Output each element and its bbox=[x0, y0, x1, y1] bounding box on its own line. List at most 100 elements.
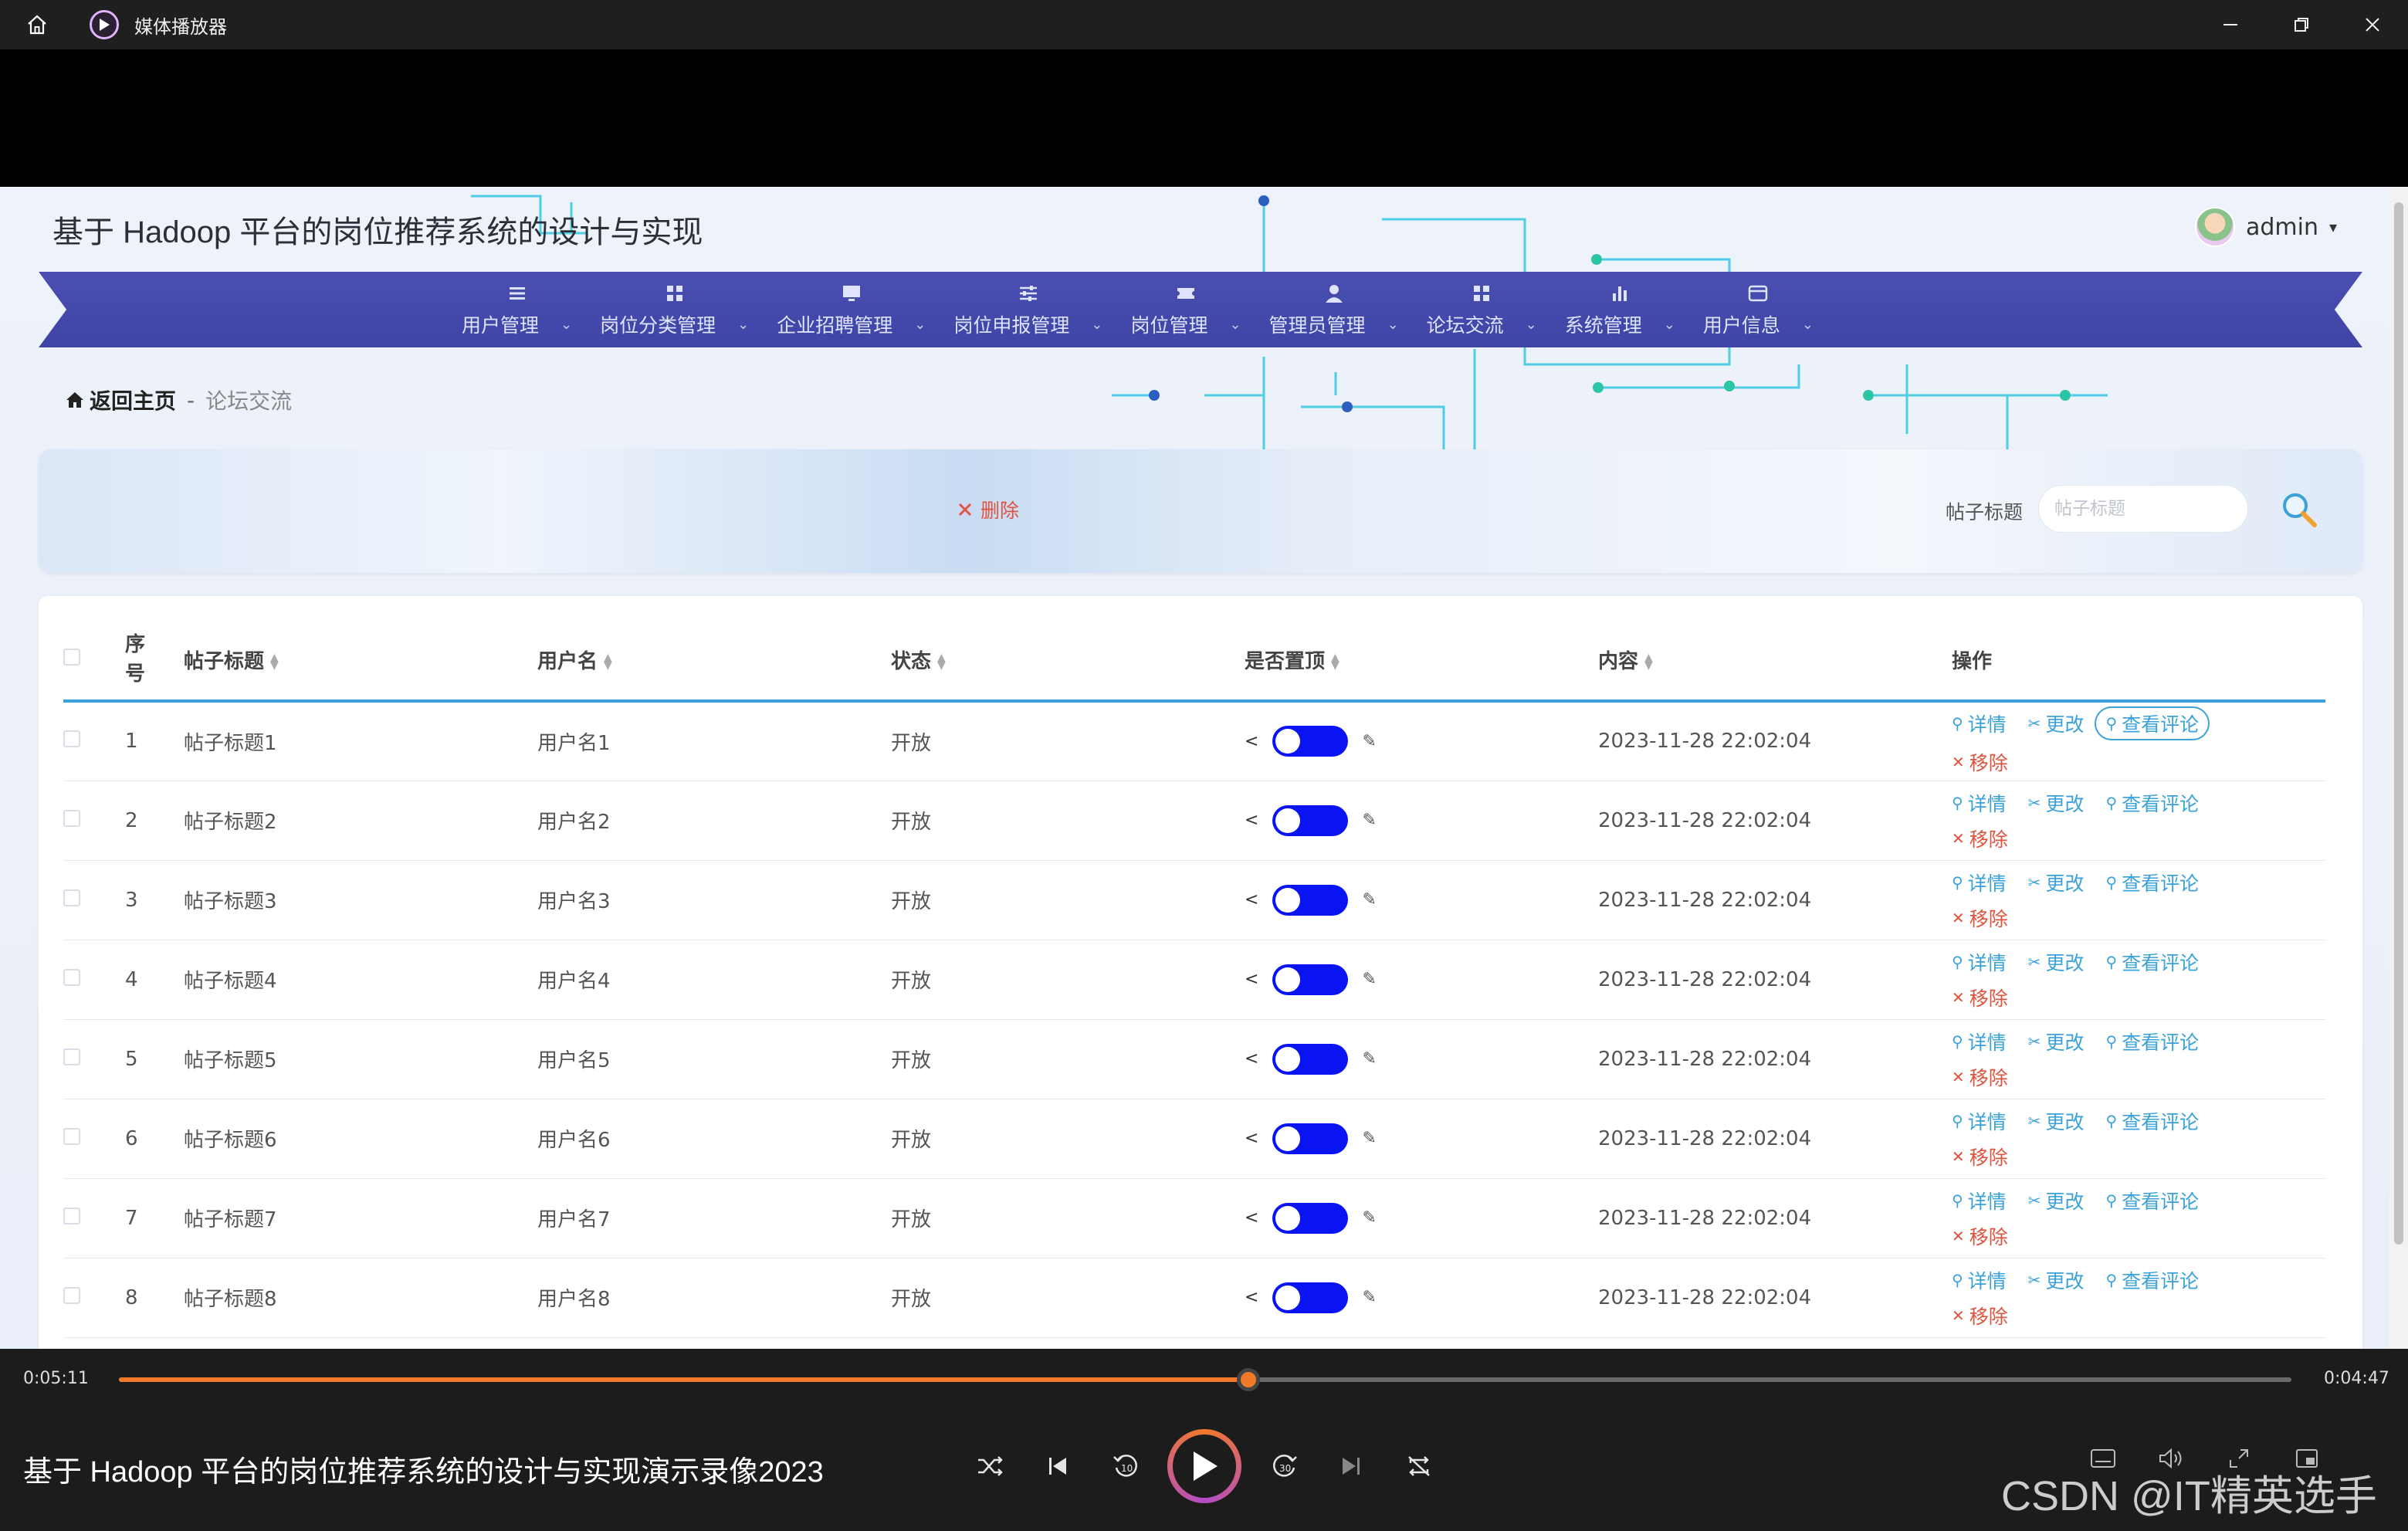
remove-button[interactable]: ✕ 移除 bbox=[1952, 984, 2008, 1011]
scrollbar-thumb[interactable] bbox=[2394, 202, 2403, 1245]
nav-item-1[interactable]: 用户管理 ⌄ bbox=[448, 272, 586, 347]
forward-30-icon[interactable]: 30 bbox=[1266, 1448, 1303, 1485]
edit-button[interactable]: ✂ 更改 bbox=[2028, 1107, 2085, 1135]
view-comments-button[interactable]: ⚲ 查看评论 bbox=[2105, 869, 2199, 896]
cell-title: 帖子标题8 bbox=[184, 1258, 537, 1338]
nav-item-5[interactable]: 岗位管理 ⌄ bbox=[1116, 272, 1255, 347]
nav-item-8[interactable]: 系统管理 ⌄ bbox=[1551, 272, 1689, 347]
shuffle-icon[interactable] bbox=[971, 1448, 1008, 1485]
edit-button[interactable]: ✂ 更改 bbox=[2028, 1028, 2085, 1055]
header-status[interactable]: 状态 ▲ ▼ bbox=[891, 619, 1245, 703]
pinned-toggle[interactable] bbox=[1272, 1282, 1349, 1313]
view-comments-button[interactable]: ⚲ 查看评论 bbox=[2095, 706, 2210, 741]
close-icon bbox=[958, 503, 972, 517]
edit-button[interactable]: ✂ 更改 bbox=[2028, 710, 2085, 737]
detail-button[interactable]: ⚲ 详情 bbox=[1952, 1028, 2007, 1055]
sort-icon[interactable]: ▲ ▼ bbox=[270, 652, 279, 671]
remove-button[interactable]: ✕ 移除 bbox=[1952, 748, 2008, 776]
seek-handle[interactable] bbox=[1237, 1368, 1261, 1391]
sort-icon[interactable]: ▲ ▼ bbox=[1644, 652, 1653, 671]
detail-button[interactable]: ⚲ 详情 bbox=[1952, 789, 2007, 817]
header-pinned[interactable]: 是否置顶 ▲ ▼ bbox=[1245, 619, 1598, 703]
nav-item-3[interactable]: 企业招聘管理 ⌄ bbox=[763, 272, 940, 347]
pinned-toggle[interactable] bbox=[1272, 1123, 1349, 1154]
select-all-checkbox[interactable] bbox=[63, 649, 80, 666]
edit-button[interactable]: ✂ 更改 bbox=[2028, 1187, 2085, 1214]
previous-icon[interactable] bbox=[1039, 1448, 1076, 1485]
header-title[interactable]: 帖子标题 ▲ ▼ bbox=[184, 619, 537, 703]
remove-button[interactable]: ✕ 移除 bbox=[1952, 1222, 2008, 1250]
header-user[interactable]: 用户名 ▲ ▼ bbox=[537, 619, 891, 703]
pinned-toggle[interactable] bbox=[1272, 884, 1349, 916]
edit-button[interactable]: ✂ 更改 bbox=[2028, 789, 2085, 817]
close-button[interactable] bbox=[2337, 0, 2408, 49]
toggle-knob bbox=[1275, 1285, 1301, 1310]
row-checkbox[interactable] bbox=[63, 1286, 80, 1304]
view-comments-button[interactable]: ⚲ 查看评论 bbox=[2105, 1028, 2199, 1055]
edit-button[interactable]: ✂ 更改 bbox=[2028, 869, 2085, 896]
minimize-button[interactable] bbox=[2195, 0, 2266, 49]
nav-item-9[interactable]: 用户信息 ⌄ bbox=[1689, 272, 1827, 347]
remove-button[interactable]: ✕ 移除 bbox=[1952, 904, 2008, 932]
user-menu[interactable]: admin ▾ bbox=[2194, 207, 2337, 247]
view-comments-button[interactable]: ⚲ 查看评论 bbox=[2105, 1187, 2199, 1214]
search-icon bbox=[2283, 493, 2317, 527]
detail-button[interactable]: ⚲ 详情 bbox=[1952, 1187, 2007, 1214]
home-icon[interactable] bbox=[23, 11, 51, 39]
restore-button[interactable] bbox=[2266, 0, 2337, 49]
sort-icon[interactable]: ▲ ▼ bbox=[1331, 652, 1339, 671]
table-row: 8 帖子标题8 用户名8 开放 < ✎ 2023-11-28 22:02:04 … bbox=[63, 1258, 2325, 1338]
detail-button[interactable]: ⚲ 详情 bbox=[1952, 710, 2007, 737]
remove-button[interactable]: ✕ 移除 bbox=[1952, 1063, 2008, 1091]
sort-icon[interactable]: ▲ ▼ bbox=[604, 652, 612, 671]
row-checkbox[interactable] bbox=[63, 809, 80, 827]
row-checkbox[interactable] bbox=[63, 1048, 80, 1065]
delete-button[interactable]: 删除 bbox=[957, 496, 1019, 523]
sort-icon[interactable]: ▲ ▼ bbox=[937, 652, 946, 671]
repeat-icon[interactable] bbox=[1400, 1448, 1438, 1485]
pinned-toggle[interactable] bbox=[1272, 1043, 1349, 1075]
remove-button[interactable]: ✕ 移除 bbox=[1952, 825, 2008, 852]
nav-item-7[interactable]: 论坛交流 ⌄ bbox=[1413, 272, 1551, 347]
detail-button[interactable]: ⚲ 详情 bbox=[1952, 1266, 2007, 1294]
close-icon: ✕ bbox=[1952, 828, 1965, 848]
media-player-app-icon bbox=[90, 10, 119, 39]
nav-item-6[interactable]: 管理员管理 ⌄ bbox=[1255, 272, 1413, 347]
rewind-10-icon[interactable]: 10 bbox=[1107, 1448, 1144, 1485]
detail-button[interactable]: ⚲ 详情 bbox=[1952, 869, 2007, 896]
nav-item-2[interactable]: 岗位分类管理 ⌄ bbox=[586, 272, 763, 347]
view-comments-button[interactable]: ⚲ 查看评论 bbox=[2105, 1107, 2199, 1135]
header-content[interactable]: 内容 ▲ ▼ bbox=[1598, 619, 1952, 703]
next-icon[interactable] bbox=[1333, 1448, 1370, 1485]
search-button[interactable] bbox=[2278, 488, 2321, 531]
row-checkbox[interactable] bbox=[63, 1207, 80, 1224]
cell-content: 2023-11-28 22:02:04 bbox=[1598, 940, 1952, 1020]
edit-button[interactable]: ✂ 更改 bbox=[2028, 1266, 2085, 1294]
search-input[interactable] bbox=[2038, 485, 2248, 533]
page-scrollbar[interactable] bbox=[2389, 187, 2408, 1349]
view-comments-button[interactable]: ⚲ 查看评论 bbox=[2105, 789, 2199, 817]
row-checkbox[interactable] bbox=[63, 730, 80, 748]
play-button[interactable] bbox=[1167, 1429, 1241, 1503]
pinned-toggle[interactable] bbox=[1272, 964, 1349, 995]
remaining-time: 0:04:47 bbox=[2324, 1369, 2389, 1388]
row-checkbox[interactable] bbox=[63, 968, 80, 986]
remove-button[interactable]: ✕ 移除 bbox=[1952, 1302, 2008, 1329]
cell-status: 开放 bbox=[891, 1178, 1245, 1258]
row-checkbox[interactable] bbox=[63, 889, 80, 906]
seek-bar[interactable] bbox=[119, 1368, 2291, 1391]
view-comments-button[interactable]: ⚲ 查看评论 bbox=[2105, 1266, 2199, 1294]
remove-button[interactable]: ✕ 移除 bbox=[1952, 1143, 2008, 1170]
edit-button[interactable]: ✂ 更改 bbox=[2028, 948, 2085, 976]
cell-title: 帖子标题2 bbox=[184, 781, 537, 861]
nav-item-4[interactable]: 岗位申报管理 ⌄ bbox=[940, 272, 1116, 347]
detail-button[interactable]: ⚲ 详情 bbox=[1952, 948, 2007, 976]
view-comments-button[interactable]: ⚲ 查看评论 bbox=[2105, 948, 2199, 976]
cell-status: 开放 bbox=[891, 781, 1245, 861]
breadcrumb-home-link[interactable]: 返回主页 bbox=[65, 384, 176, 415]
detail-button[interactable]: ⚲ 详情 bbox=[1952, 1107, 2007, 1135]
pinned-toggle[interactable] bbox=[1272, 1202, 1349, 1234]
row-checkbox[interactable] bbox=[63, 1127, 80, 1145]
pinned-toggle[interactable] bbox=[1272, 726, 1349, 757]
pinned-toggle[interactable] bbox=[1272, 804, 1349, 836]
